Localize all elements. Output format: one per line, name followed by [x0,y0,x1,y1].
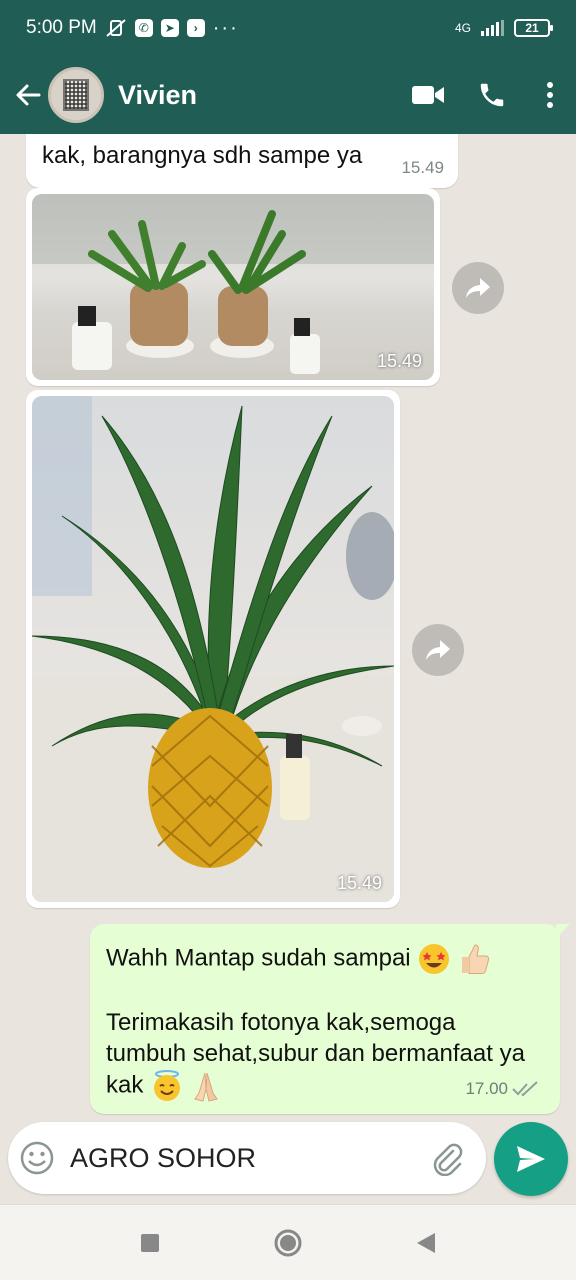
contact-name[interactable]: Vivien [118,80,402,111]
message-line-1: Wahh Mantap sudah sampai [106,942,544,976]
incoming-image-message[interactable]: 15.49 [26,188,440,386]
arrow-left-icon [16,84,41,106]
muted-vibrate-icon [106,19,126,37]
triangle-back-icon [417,1232,435,1253]
chat-messages[interactable]: kak, barangnya sdh sampe ya 15.49 15.49 … [0,134,576,1120]
folded-hands-emoji-icon [193,1072,218,1102]
pineapple-pot-photo[interactable]: 15.49 [32,396,394,902]
status-bar: 5:00 PM ✆ ➤ › ··· 4G 21 [0,0,576,56]
attach-button[interactable] [424,1130,470,1186]
send-icon [517,1146,545,1172]
double-check-icon [512,1080,538,1096]
battery-icon: 21 [514,19,553,37]
app-notification-icon: › [186,19,205,37]
forward-icon [466,278,490,298]
more-options-button[interactable] [530,69,570,121]
message-time: 17.00 [465,1079,508,1098]
avatar[interactable] [48,67,104,123]
incoming-image-message[interactable]: 15.49 [26,390,400,908]
message-line-2: Terimakasih fotonya kak,semoga tumbuh se… [106,1007,526,1103]
voice-call-button[interactable] [466,69,518,121]
message-time: 15.49 [401,158,444,177]
network-type: 4G [454,21,471,35]
message-text: Wahh Mantap sudah sampai [106,944,411,972]
incoming-message[interactable]: kak, barangnya sdh sampe ya 15.49 [26,134,458,188]
thumbs-up-emoji-icon [461,944,490,974]
send-button[interactable] [494,1122,568,1196]
video-call-button[interactable] [402,69,454,121]
message-text: kak, barangnya sdh sampe ya [42,142,363,169]
back-nav-button[interactable] [406,1223,446,1263]
avatar-image [63,79,89,111]
smiley-icon [20,1141,54,1175]
whatsapp-icon: ✆ [134,19,153,37]
home-button[interactable] [268,1223,308,1263]
outgoing-message[interactable]: Wahh Mantap sudah sampai Terimakasih fot… [90,924,570,1114]
image-time: 15.49 [336,873,382,893]
signal-icon [481,20,504,36]
message-meta: 17.00 [465,1073,540,1104]
image-time: 15.49 [376,351,422,371]
message-composer [8,1122,486,1194]
plant-photo-illustration [32,194,434,380]
pineapple-pot-illustration [32,396,394,902]
star-struck-emoji-icon [419,944,450,974]
more-notifications-icon: ··· [212,16,239,39]
emoji-button[interactable] [14,1130,60,1186]
phone-icon [480,83,504,107]
battery-level: 21 [525,21,539,35]
forward-button[interactable] [452,262,504,314]
smiling-halo-emoji-icon [154,1070,181,1101]
video-camera-icon [412,86,444,104]
kebab-menu-icon [547,82,553,108]
system-navigation-bar [0,1204,576,1280]
notification-icons: ✆ ➤ › ··· [105,17,239,40]
forward-button[interactable] [412,624,464,676]
message-input[interactable] [70,1142,424,1174]
back-button[interactable] [4,71,52,119]
recents-button[interactable] [130,1223,170,1263]
circle-icon [274,1229,302,1256]
paperclip-icon [433,1143,463,1176]
telegram-icon: ➤ [160,19,179,37]
square-icon [141,1233,159,1252]
forward-icon [426,640,450,660]
status-time: 5:00 PM [26,17,97,38]
plant-photo[interactable]: 15.49 [32,194,434,380]
chat-header: Vivien [0,56,576,134]
